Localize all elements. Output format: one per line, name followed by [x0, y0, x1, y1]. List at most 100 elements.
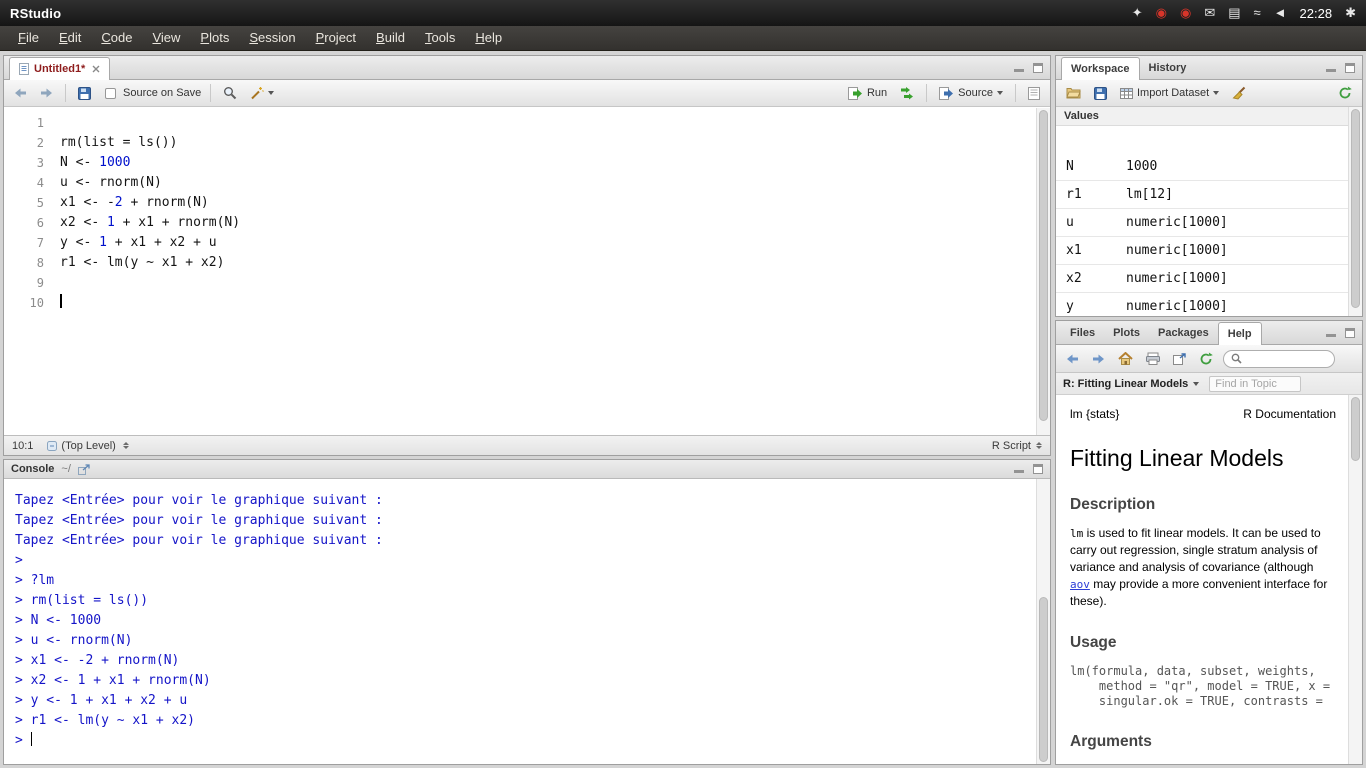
menu-build[interactable]: Build: [366, 26, 415, 50]
clear-workspace-button[interactable]: [1229, 84, 1249, 102]
find-replace-button[interactable]: [220, 84, 240, 102]
help-refresh-button[interactable]: [1196, 350, 1216, 368]
workspace-row[interactable]: x2 numeric[1000]: [1056, 265, 1348, 293]
tab-history[interactable]: History: [1140, 56, 1196, 79]
maximize-icon[interactable]: [1345, 63, 1355, 73]
aov-link[interactable]: aov: [1070, 578, 1090, 591]
chevron-down-icon: [268, 91, 274, 95]
maximize-icon[interactable]: [1033, 464, 1043, 474]
menu-plots[interactable]: Plots: [190, 26, 239, 50]
menu-code[interactable]: Code: [91, 26, 142, 50]
maximize-icon[interactable]: [1345, 328, 1355, 338]
workspace-tabstrip: Workspace History: [1056, 56, 1362, 80]
editor-line[interactable]: 9: [4, 273, 1050, 293]
editor-line[interactable]: 7 y <- 1 + x1 + x2 + u: [4, 233, 1050, 253]
scrollbar-thumb[interactable]: [1351, 109, 1360, 308]
network-icon[interactable]: ≈: [1254, 0, 1261, 26]
save-button[interactable]: [75, 85, 94, 102]
tab-packages[interactable]: Packages: [1149, 321, 1218, 344]
minimize-icon[interactable]: [1326, 63, 1336, 72]
workspace-row[interactable]: N 1000: [1056, 153, 1348, 181]
tab-workspace[interactable]: Workspace: [1061, 57, 1140, 80]
code-tools-button[interactable]: [247, 84, 277, 102]
r-script-icon: [19, 63, 29, 75]
line-number: 1: [4, 113, 44, 133]
topic-selector[interactable]: R: Fitting Linear Models: [1063, 378, 1199, 390]
refresh-button[interactable]: [1335, 84, 1355, 102]
security-notifier-icon[interactable]: ◉: [1180, 0, 1191, 26]
open-new-window-button[interactable]: [1170, 351, 1189, 367]
tab-plots[interactable]: Plots: [1104, 321, 1149, 344]
minimize-icon[interactable]: [1014, 464, 1024, 473]
home-button[interactable]: [1115, 350, 1136, 367]
editor-line[interactable]: 10: [4, 293, 1050, 313]
menu-session[interactable]: Session: [239, 26, 305, 50]
workspace-row[interactable]: y numeric[1000]: [1056, 293, 1348, 316]
editor-code-area[interactable]: 1 2 rm(list = ls()) 3 N <- 1000: [4, 108, 1050, 435]
editor-line[interactable]: 5 x1 <- -2 + rnorm(N): [4, 193, 1050, 213]
tab-files[interactable]: Files: [1061, 321, 1104, 344]
scrollbar-thumb[interactable]: [1039, 110, 1048, 421]
console-line: > x1 <- -2 + rnorm(N): [15, 651, 1036, 671]
help-search-input[interactable]: [1246, 353, 1327, 365]
close-icon[interactable]: [92, 65, 100, 73]
maximize-icon[interactable]: [1033, 63, 1043, 73]
line-number: 4: [4, 173, 44, 193]
open-in-window-icon[interactable]: [78, 464, 90, 475]
editor-scrollbar[interactable]: [1036, 108, 1050, 435]
volume-icon[interactable]: ◄: [1274, 0, 1287, 26]
editor-line[interactable]: 4 u <- rnorm(N): [4, 173, 1050, 193]
editor-line[interactable]: 2 rm(list = ls()): [4, 133, 1050, 153]
print-button[interactable]: [1143, 350, 1163, 367]
source-button[interactable]: Source: [936, 85, 1006, 102]
file-type-selector[interactable]: R Script: [992, 440, 1042, 452]
tab-help[interactable]: Help: [1218, 322, 1262, 345]
run-button[interactable]: Run: [845, 85, 890, 102]
console-scrollbar[interactable]: [1036, 479, 1050, 764]
editor-line[interactable]: 6 x2 <- 1 + x1 + rnorm(N): [4, 213, 1050, 233]
rerun-button[interactable]: [897, 84, 917, 102]
menu-edit[interactable]: Edit: [49, 26, 91, 50]
workspace-row[interactable]: u numeric[1000]: [1056, 209, 1348, 237]
save-workspace-button[interactable]: [1091, 85, 1110, 102]
help-back-button[interactable]: [1063, 351, 1082, 367]
menu-view[interactable]: View: [142, 26, 190, 50]
workspace-scrollbar[interactable]: [1348, 107, 1362, 316]
back-button[interactable]: [11, 85, 30, 101]
console-header[interactable]: Console ~/: [4, 460, 1050, 479]
workspace-row[interactable]: x1 numeric[1000]: [1056, 237, 1348, 265]
editor-line[interactable]: 1: [4, 113, 1050, 133]
scope-selector[interactable]: (Top Level): [47, 440, 128, 452]
session-menu-icon[interactable]: ✱: [1345, 0, 1356, 26]
compile-notebook-button[interactable]: [1025, 85, 1043, 102]
import-dataset-button[interactable]: Import Dataset: [1117, 85, 1222, 101]
menu-help[interactable]: Help: [465, 26, 512, 50]
clock[interactable]: 22:28: [1300, 6, 1333, 21]
menu-project[interactable]: Project: [306, 26, 366, 50]
console-output[interactable]: Tapez <Entrée> pour voir le graphique su…: [4, 479, 1036, 764]
scrollbar-thumb[interactable]: [1351, 397, 1360, 461]
minimize-icon[interactable]: [1014, 63, 1024, 72]
mail-icon[interactable]: ✉: [1204, 0, 1215, 26]
load-workspace-button[interactable]: [1063, 85, 1084, 101]
editor-line[interactable]: 3 N <- 1000: [4, 153, 1050, 173]
help-forward-button[interactable]: [1089, 351, 1108, 367]
minimize-icon[interactable]: [1326, 328, 1336, 337]
tab-untitled1[interactable]: Untitled1*: [9, 57, 110, 80]
help-search-box[interactable]: [1223, 350, 1335, 368]
help-tabstrip: Files Plots Packages Help: [1056, 321, 1362, 345]
doc-title: Fitting Linear Models: [1070, 445, 1336, 472]
forward-button[interactable]: [37, 85, 56, 101]
workspace-row[interactable]: r1 lm[12]: [1056, 181, 1348, 209]
menu-file[interactable]: File: [8, 26, 49, 50]
scrollbar-thumb[interactable]: [1039, 597, 1048, 762]
help-scrollbar[interactable]: [1348, 395, 1362, 764]
update-notifier-icon[interactable]: ◉: [1156, 0, 1167, 26]
menu-tools[interactable]: Tools: [415, 26, 465, 50]
keyboard-indicator-icon[interactable]: ✦: [1132, 0, 1143, 26]
chevron-down-icon: [997, 91, 1003, 95]
find-in-topic-input[interactable]: [1209, 376, 1301, 392]
source-on-save-checkbox[interactable]: [105, 88, 116, 99]
battery-icon[interactable]: ▤: [1228, 0, 1240, 26]
editor-line[interactable]: 8 r1 <- lm(y ~ x1 + x2): [4, 253, 1050, 273]
